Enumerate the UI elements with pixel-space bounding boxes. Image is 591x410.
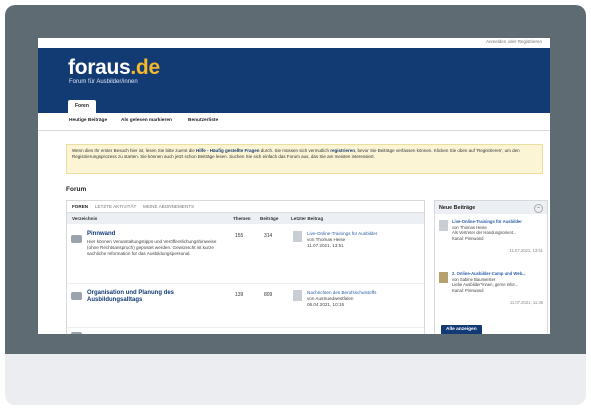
register-link[interactable]: registrieren: [330, 148, 355, 153]
card: Anmelden oder Registrieren foraus.de For…: [5, 5, 586, 405]
tab-foren-list[interactable]: FOREN: [72, 204, 88, 209]
screenshot-frame: Anmelden oder Registrieren foraus.de For…: [5, 5, 586, 354]
sidebar-item: Live-Online-Trainings für Ausbilder von …: [439, 219, 543, 255]
thread-count: 155: [235, 233, 244, 239]
welcome-notice: Wenn dies Ihr erster Besuch hier ist, le…: [66, 144, 543, 174]
sidebar-item-channel: Kanal: Pinnwand: [452, 287, 484, 293]
last-post: Nachrichten des Berufsschulstoffs von Au…: [307, 290, 417, 308]
last-post-date: 11.07.2021, 13:51: [307, 243, 344, 248]
col-directory: Verzeichnis: [72, 216, 98, 221]
sidebar-header: Neue Beiträge –: [435, 201, 547, 214]
forum-panel: FOREN LETZTE AKTIVITÄT MEINE ABONNEMENTS…: [66, 200, 425, 334]
show-all-button[interactable]: Alle anzeigen: [441, 325, 482, 334]
forum-title[interactable]: Organisation und Planung des Ausbildungs…: [87, 290, 217, 304]
sidebar-item-channel: Kanal: Pinnwand: [452, 235, 484, 241]
sidebar-item: 2. Online-Ausbilder-Camp und Web... von …: [439, 271, 543, 307]
avatar: [293, 290, 302, 301]
site-tagline: Forum für Ausbilder/innen: [69, 79, 138, 85]
forum-icon: [71, 292, 82, 300]
forum-title[interactable]: Pinnwand: [87, 231, 115, 237]
tab-foren[interactable]: Foren: [68, 100, 96, 113]
faq-link[interactable]: Hilfe - Häufig gestellte Fragen: [196, 148, 260, 153]
forum-heading: Forum: [66, 186, 87, 193]
col-posts: Beiträge: [260, 216, 279, 221]
avatar: [293, 231, 302, 242]
login-register-link[interactable]: Anmelden oder Registrieren: [486, 39, 542, 44]
avatar: [439, 272, 448, 283]
post-count: 314: [264, 233, 273, 239]
notice-text: Wenn dies Ihr erster Besuch hier ist, le…: [72, 148, 196, 153]
col-threads: Themen: [233, 216, 251, 221]
panel-tabs: FOREN LETZTE AKTIVITÄT MEINE ABONNEMENTS: [67, 201, 424, 213]
subnav-todays-posts[interactable]: Heutige Beiträge: [69, 118, 107, 123]
sidebar-item-text: 2. Online-Ausbilder-Camp und Web... von …: [452, 271, 543, 293]
avatar: [439, 220, 448, 231]
tab-latest-activity[interactable]: LETZTE AKTIVITÄT: [95, 204, 136, 209]
forum-icon: [71, 332, 82, 334]
top-bar: Anmelden oder Registrieren: [38, 38, 550, 48]
new-posts-sidebar: Neue Beiträge – Live-Online-Trainings fü…: [434, 200, 548, 334]
sidebar-title: Neue Beiträge: [439, 205, 476, 211]
sidebar-item-text: Live-Online-Trainings für Ausbilder von …: [452, 219, 543, 241]
site-header: foraus.de Forum für Ausbilder/innen: [38, 48, 550, 95]
sidebar-item-date: 11.07.2021, 11:38: [509, 300, 543, 305]
table-row: Organisation und Planung des Ausbildungs…: [67, 283, 424, 322]
subnav-member-list[interactable]: Benutzerliste: [188, 118, 218, 123]
sub-nav: Heutige Beiträge Als gelesen markieren B…: [38, 113, 550, 131]
table-header: Verzeichnis Themen Beiträge Letzter Beit…: [67, 213, 424, 224]
browser-screenshot: Anmelden oder Registrieren foraus.de For…: [38, 38, 550, 334]
col-last-post: Letzter Beitrag: [291, 216, 324, 221]
last-post-date: 06.04.2021, 10:15: [307, 302, 345, 307]
forum-icon: [71, 235, 82, 243]
table-row-partial: [67, 327, 424, 334]
forum-description: Hier können Veranstaltungstipps und Verö…: [87, 239, 217, 256]
logo-main: foraus: [68, 56, 131, 79]
notice-text: durch. Sie müssen sich vermutlich: [259, 148, 331, 153]
collapse-icon[interactable]: –: [534, 204, 543, 213]
post-count: 809: [264, 292, 273, 298]
thread-count: 139: [235, 292, 244, 298]
main-nav: Foren: [38, 95, 550, 113]
table-row: Pinnwand Hier können Veranstaltungstipps…: [67, 225, 424, 279]
site-logo[interactable]: foraus.de: [68, 56, 160, 80]
sidebar-item-date: 11.07.2021, 13:51: [509, 248, 543, 253]
logo-suffix: .de: [130, 56, 160, 79]
last-post: Live-Online-Trainings für Ausbilder von …: [307, 231, 417, 249]
tab-my-subscriptions[interactable]: MEINE ABONNEMENTS: [143, 204, 194, 209]
subnav-mark-read[interactable]: Als gelesen markieren: [121, 118, 172, 123]
